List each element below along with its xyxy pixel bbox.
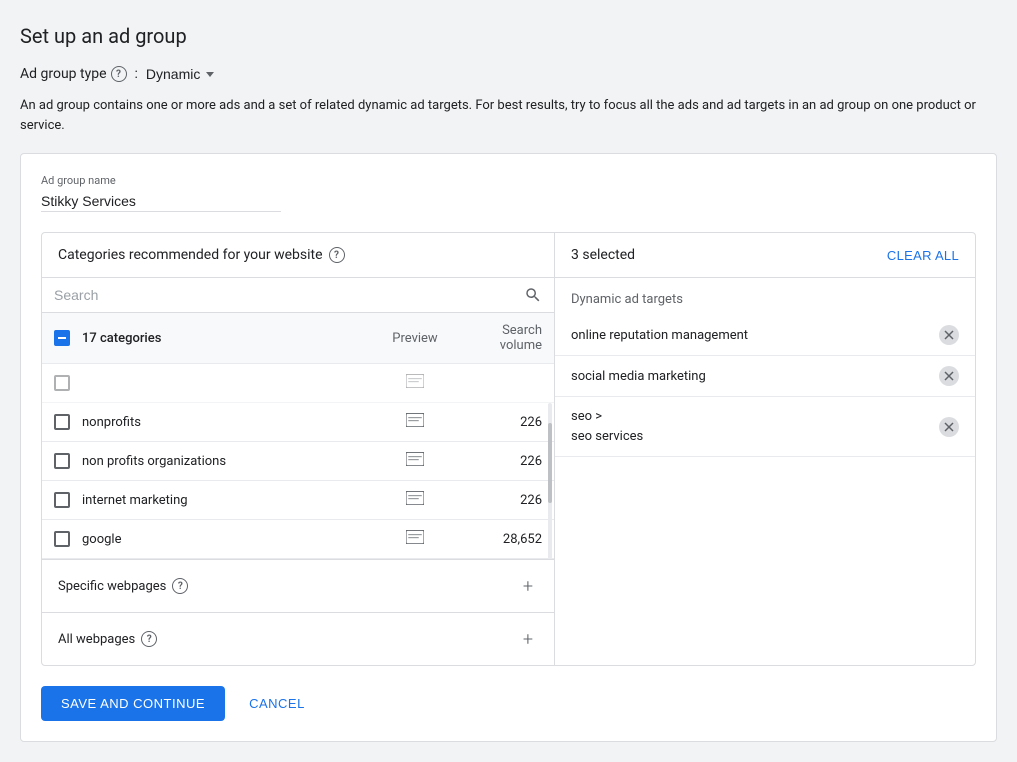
category-all-row[interactable]: 17 categories Preview Search volume <box>42 313 554 364</box>
dynamic-targets-label: Dynamic ad targets <box>555 278 975 315</box>
right-panel-header: 3 selected CLEAR ALL <box>555 233 975 278</box>
ad-group-name-section: Ad group name <box>41 174 976 212</box>
volume-nonprofit-orgs: 226 <box>462 454 542 469</box>
right-panel: 3 selected CLEAR ALL Dynamic ad targets … <box>555 233 975 665</box>
target-item: social media marketing <box>555 356 975 397</box>
search-input[interactable] <box>54 287 516 303</box>
categories-inner: Categories recommended for your website … <box>42 233 975 665</box>
checkbox-nonprofits[interactable] <box>54 414 70 430</box>
categories-help-icon[interactable]: ? <box>329 247 345 263</box>
checkbox-internet-marketing[interactable] <box>54 492 70 508</box>
all-webpages-row[interactable]: All webpages ? + <box>42 612 554 665</box>
bottom-actions: SAVE AND CONTINUE CANCEL <box>41 666 976 721</box>
description-text: An ad group contains one or more ads and… <box>20 96 997 135</box>
all-webpages-help-icon[interactable]: ? <box>141 631 157 647</box>
ad-group-type-row: Ad group type ? : Dynamic <box>20 66 997 82</box>
categories-section: Categories recommended for your website … <box>41 232 976 666</box>
ad-group-type-help-icon[interactable]: ? <box>111 66 127 82</box>
preview-icon-nonprofits[interactable] <box>380 413 450 431</box>
category-name-nonprofit-orgs: non profits organizations <box>82 454 368 469</box>
clear-all-button[interactable]: CLEAR ALL <box>887 248 959 263</box>
preview-icon-nonprofit-orgs[interactable] <box>380 452 450 470</box>
page-title: Set up an ad group <box>20 24 997 48</box>
remove-target-1-button[interactable] <box>939 325 959 345</box>
checkbox-google[interactable] <box>54 531 70 547</box>
search-container <box>42 278 554 313</box>
all-webpages-add-icon[interactable]: + <box>518 629 538 649</box>
target-name-1: online reputation management <box>571 328 939 343</box>
target-name-3: seo >seo services <box>571 407 939 446</box>
categories-panel-header: Categories recommended for your website … <box>42 233 554 278</box>
categories-list: nonprofits 226 non profits organizations <box>42 403 554 559</box>
main-card: Ad group name Categories recommended for… <box>20 153 997 742</box>
dropdown-arrow-icon <box>206 72 214 77</box>
preview-icon-google[interactable] <box>380 530 450 548</box>
preview-icon-blurred[interactable] <box>380 374 450 392</box>
category-row: google 28,652 <box>42 520 554 559</box>
category-name-google: google <box>82 532 368 547</box>
cancel-button[interactable]: CANCEL <box>241 686 313 721</box>
category-all-label: 17 categories <box>82 331 368 346</box>
ad-group-type-colon: : <box>135 66 138 82</box>
ad-group-type-value: Dynamic <box>146 66 200 82</box>
target-item: online reputation management <box>555 315 975 356</box>
specific-webpages-label: Specific webpages ? <box>58 578 194 594</box>
specific-webpages-row[interactable]: Specific webpages ? + <box>42 559 554 612</box>
specific-webpages-help-icon[interactable]: ? <box>172 578 188 594</box>
ad-group-type-dropdown[interactable]: Dynamic <box>146 66 214 82</box>
all-webpages-text: All webpages <box>58 632 135 647</box>
category-name-internet-marketing: internet marketing <box>82 493 368 508</box>
preview-column-header: Preview <box>380 331 450 346</box>
save-and-continue-button[interactable]: SAVE AND CONTINUE <box>41 686 225 721</box>
scrollbar-track <box>548 403 552 559</box>
categories-header-text: Categories recommended for your website <box>58 247 323 263</box>
target-name-2: social media marketing <box>571 369 939 384</box>
scrollbar-thumb[interactable] <box>548 423 552 503</box>
specific-webpages-add-icon[interactable]: + <box>518 576 538 596</box>
category-row: nonprofits 226 <box>42 403 554 442</box>
ad-group-name-input[interactable] <box>41 191 281 212</box>
ad-group-name-label: Ad group name <box>41 174 976 187</box>
category-row-blurred <box>42 364 554 403</box>
search-icon <box>524 286 542 304</box>
preview-icon-internet-marketing[interactable] <box>380 491 450 509</box>
selected-count: 3 selected <box>571 247 635 263</box>
checkbox-blurred[interactable] <box>54 375 70 391</box>
left-panel: Categories recommended for your website … <box>42 233 555 665</box>
volume-google: 28,652 <box>462 532 542 547</box>
ad-group-type-label: Ad group type <box>20 66 107 82</box>
category-name-nonprofits: nonprofits <box>82 415 368 430</box>
remove-target-2-button[interactable] <box>939 366 959 386</box>
category-row: internet marketing 226 <box>42 481 554 520</box>
checkbox-nonprofit-orgs[interactable] <box>54 453 70 469</box>
volume-internet-marketing: 226 <box>462 493 542 508</box>
all-webpages-label: All webpages ? <box>58 631 163 647</box>
volume-nonprofits: 226 <box>462 415 542 430</box>
remove-target-3-button[interactable] <box>939 417 959 437</box>
category-row: non profits organizations 226 <box>42 442 554 481</box>
target-item: seo >seo services <box>555 397 975 457</box>
specific-webpages-text: Specific webpages <box>58 579 166 594</box>
select-all-checkbox[interactable] <box>54 330 70 346</box>
volume-column-header: Search volume <box>462 323 542 353</box>
